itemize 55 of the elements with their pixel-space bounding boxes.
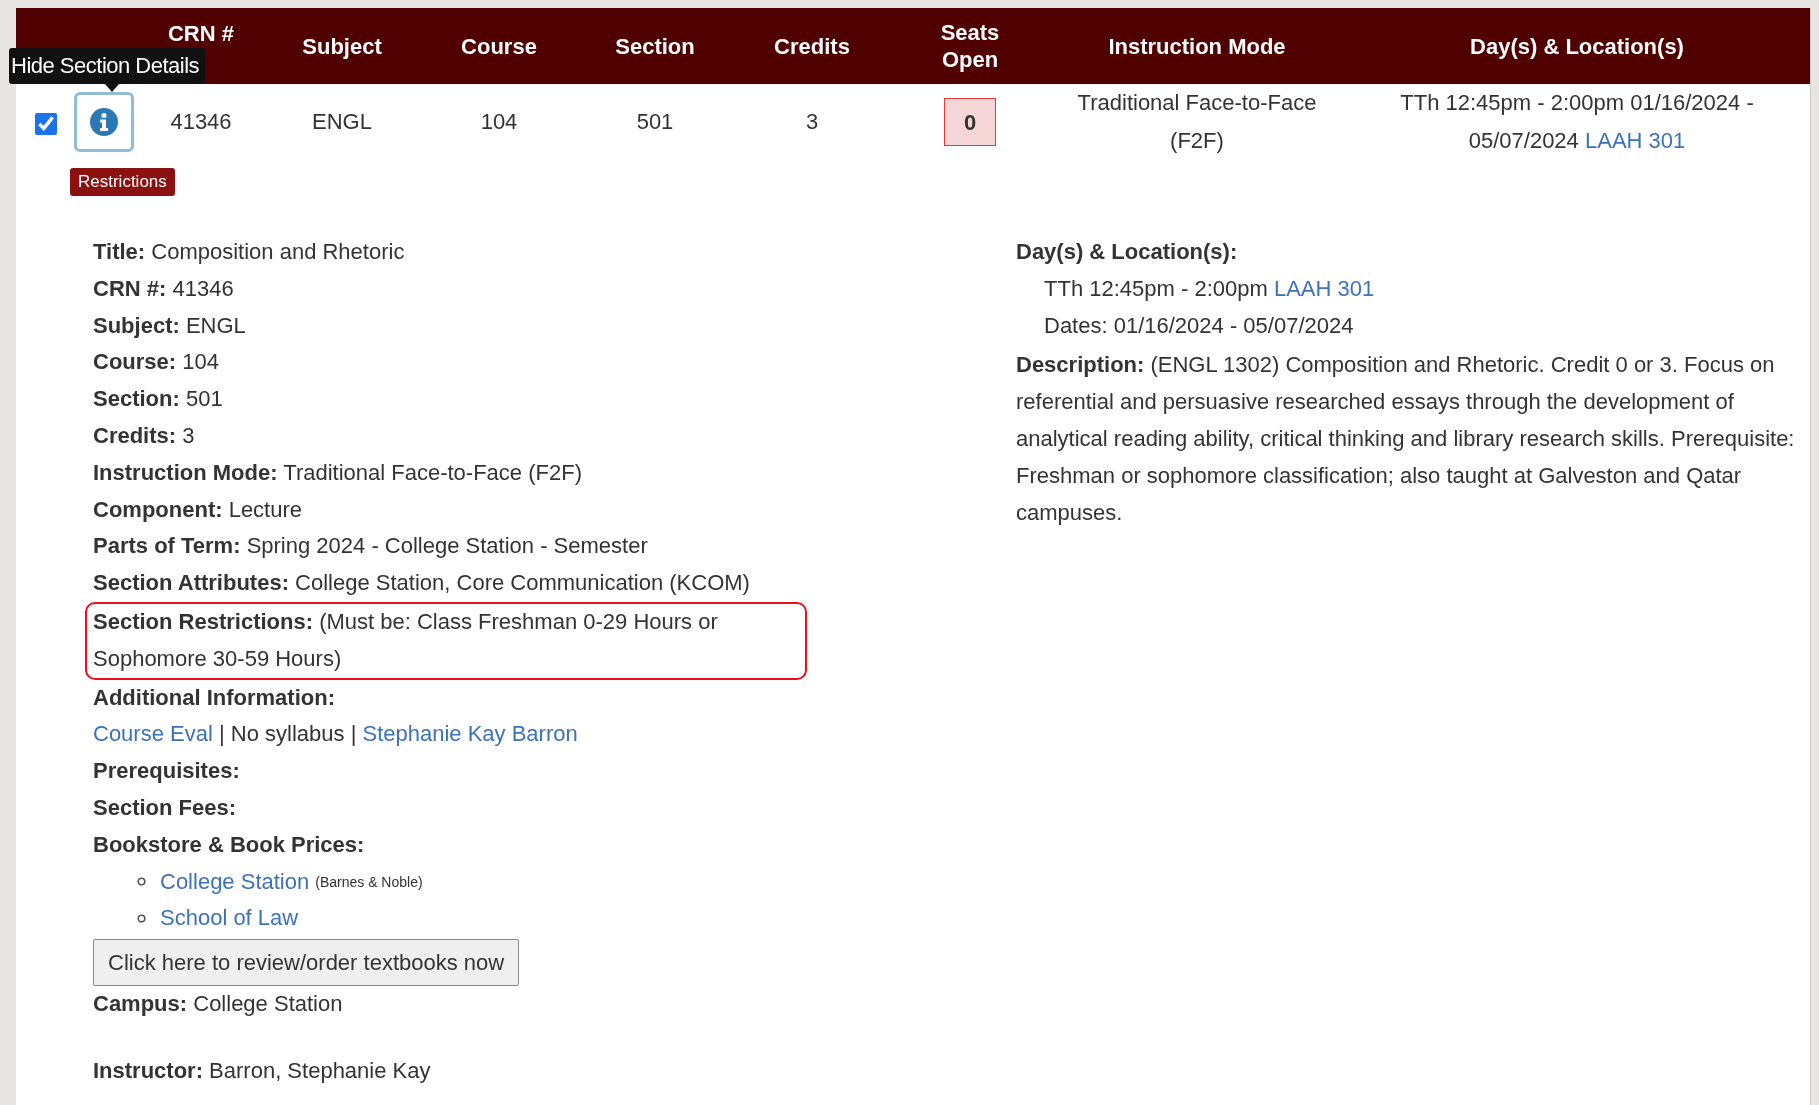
table-cell-text: 3	[804, 108, 820, 136]
info-link[interactable]: Stephanie Kay Barron	[362, 721, 578, 747]
detail-field: Course: 104	[93, 344, 1016, 382]
tooltip: Hide Section Details	[9, 48, 206, 84]
bookstore-note: (Barnes & Noble)	[315, 872, 423, 892]
seats-open-count: 0	[944, 98, 996, 146]
location-link[interactable]: LAAH 301	[1273, 275, 1375, 301]
bullet-icon	[137, 877, 146, 887]
schedule-line: TTh 12:45pm - 2:00pm LAAH 301	[1043, 274, 1376, 303]
detail-field: Subject: ENGL	[93, 307, 1016, 345]
description: Description: (ENGL 1302) Composition and Rhetoric. Credit 0 or 3. Focus on referential and persuasive researched essays through the development of analytical reading ability, critical thinking and library research skills. Prerequisite: Freshman or sophomore classification; also taught at Galveston and Qatar campuses.	[1016, 351, 1796, 527]
bookstore-link[interactable]: School of Law	[160, 900, 299, 938]
info-button[interactable]	[74, 92, 134, 152]
row-checkbox[interactable]	[35, 113, 57, 135]
detail-label: Bookstore & Book Prices:	[93, 830, 366, 859]
dates-line: Dates: 01/16/2024 - 05/07/2024	[1043, 311, 1355, 340]
detail-label: Prerequisites:	[93, 757, 241, 786]
info-icon	[89, 107, 119, 137]
detail-field: Campus: College Station	[93, 986, 1016, 1023]
additional-info-line: Course Eval | No syllabus | Stephanie Kay Barron	[93, 720, 579, 749]
table-cell-text: 104	[479, 108, 519, 136]
bullet-icon	[137, 914, 146, 924]
restrictions-badge: Restrictions	[70, 168, 175, 196]
column-header: Subject	[301, 32, 383, 60]
detail-field: Section Attributes: College Station, Core Communication (KCOM)	[93, 565, 1016, 602]
table-cell-text: TTh 12:45pm - 2:00pm 01/16/2024 - 05/07/2024 LAAH 301	[1400, 89, 1754, 155]
column-header: CRN #	[167, 20, 235, 47]
detail-field: Instruction Mode: Traditional Face-to-Face (F2F)	[93, 454, 1016, 492]
highlighted-detail-field: Section Restrictions: (Must be: Class Freshman 0-29 Hours or Sophomore 30-59 Hours)	[85, 601, 807, 680]
column-header: Seats Open	[939, 19, 1001, 73]
detail-field: Component: Lecture	[93, 491, 1016, 529]
column-header: Section	[614, 32, 696, 60]
tooltip-arrow-icon	[105, 84, 119, 92]
syllabus-note: No syllabus	[230, 721, 345, 747]
detail-field: Section: 501	[93, 381, 1016, 418]
detail-label: Day(s) & Location(s):	[1016, 238, 1239, 266]
detail-label: Section Fees:	[93, 793, 238, 822]
detail-field: Instructor: Barron, Stephanie Kay	[93, 1052, 1016, 1090]
column-header: Credits	[773, 32, 851, 60]
column-header: Course	[460, 32, 538, 60]
table-cell-text: Traditional Face-to-Face (F2F)	[1076, 89, 1318, 155]
location-link[interactable]: LAAH 301	[1584, 128, 1686, 153]
table-cell-text: 41346	[169, 108, 233, 136]
bookstore-link[interactable]: College Station	[160, 863, 310, 901]
detail-label: Additional Information:	[93, 683, 336, 712]
detail-field: CRN #: 41346	[93, 270, 1016, 308]
info-link[interactable]: Course Eval	[93, 721, 213, 747]
detail-field: Title: Composition and Rhetoric	[93, 234, 1016, 271]
table-cell-text: 501	[635, 108, 675, 136]
column-header: Day(s) & Location(s)	[1469, 32, 1685, 60]
detail-field: Credits: 3	[93, 418, 1016, 455]
detail-field: Parts of Term: Spring 2024 - College Station - Semester	[93, 528, 1016, 566]
table-cell-text: ENGL	[311, 108, 373, 136]
textbooks-button[interactable]: Click here to review/order textbooks now	[93, 939, 520, 987]
column-header: Instruction Mode	[1107, 32, 1287, 60]
